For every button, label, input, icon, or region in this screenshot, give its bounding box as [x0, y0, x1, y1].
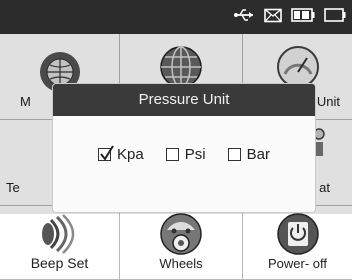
- pressure-unit-options: Kpa Psi Bar: [53, 145, 315, 163]
- battery-icon: [291, 8, 315, 22]
- menu-item-wheels[interactable]: Wheels: [120, 206, 243, 280]
- bar-checkbox[interactable]: [227, 148, 241, 161]
- menu-item-wheels-label: Wheels: [159, 256, 203, 271]
- menu-item-power-off-label: Power- off: [267, 256, 327, 271]
- message-icon: [264, 8, 282, 23]
- power-icon: [276, 212, 320, 261]
- checkmark-icon: [100, 145, 114, 161]
- kpa-checkbox[interactable]: [98, 145, 114, 161]
- psi-checkbox[interactable]: [165, 148, 179, 161]
- option-bar[interactable]: Bar: [227, 146, 270, 163]
- car-wheel-icon: [159, 212, 203, 261]
- option-kpa[interactable]: Kpa: [98, 145, 144, 163]
- option-psi-label: Psi: [184, 146, 206, 163]
- menu-item-power-off[interactable]: Power- off: [243, 206, 352, 280]
- battery-empty-icon: [324, 8, 346, 22]
- status-icons: [233, 7, 346, 23]
- dialog-title: Pressure Unit: [53, 84, 315, 116]
- menu-item-beep-set[interactable]: Beep Set: [0, 206, 120, 280]
- status-bar: [0, 0, 352, 34]
- option-kpa-label: Kpa: [117, 146, 144, 163]
- pressure-unit-dialog: Pressure Unit Kpa Psi Bar: [53, 84, 315, 212]
- speaker-icon: [37, 214, 83, 259]
- option-bar-label: Bar: [246, 146, 270, 163]
- option-psi[interactable]: Psi: [165, 146, 206, 163]
- menu-item-beep-set-label: Beep Set: [30, 255, 89, 271]
- usb-icon: [233, 7, 255, 23]
